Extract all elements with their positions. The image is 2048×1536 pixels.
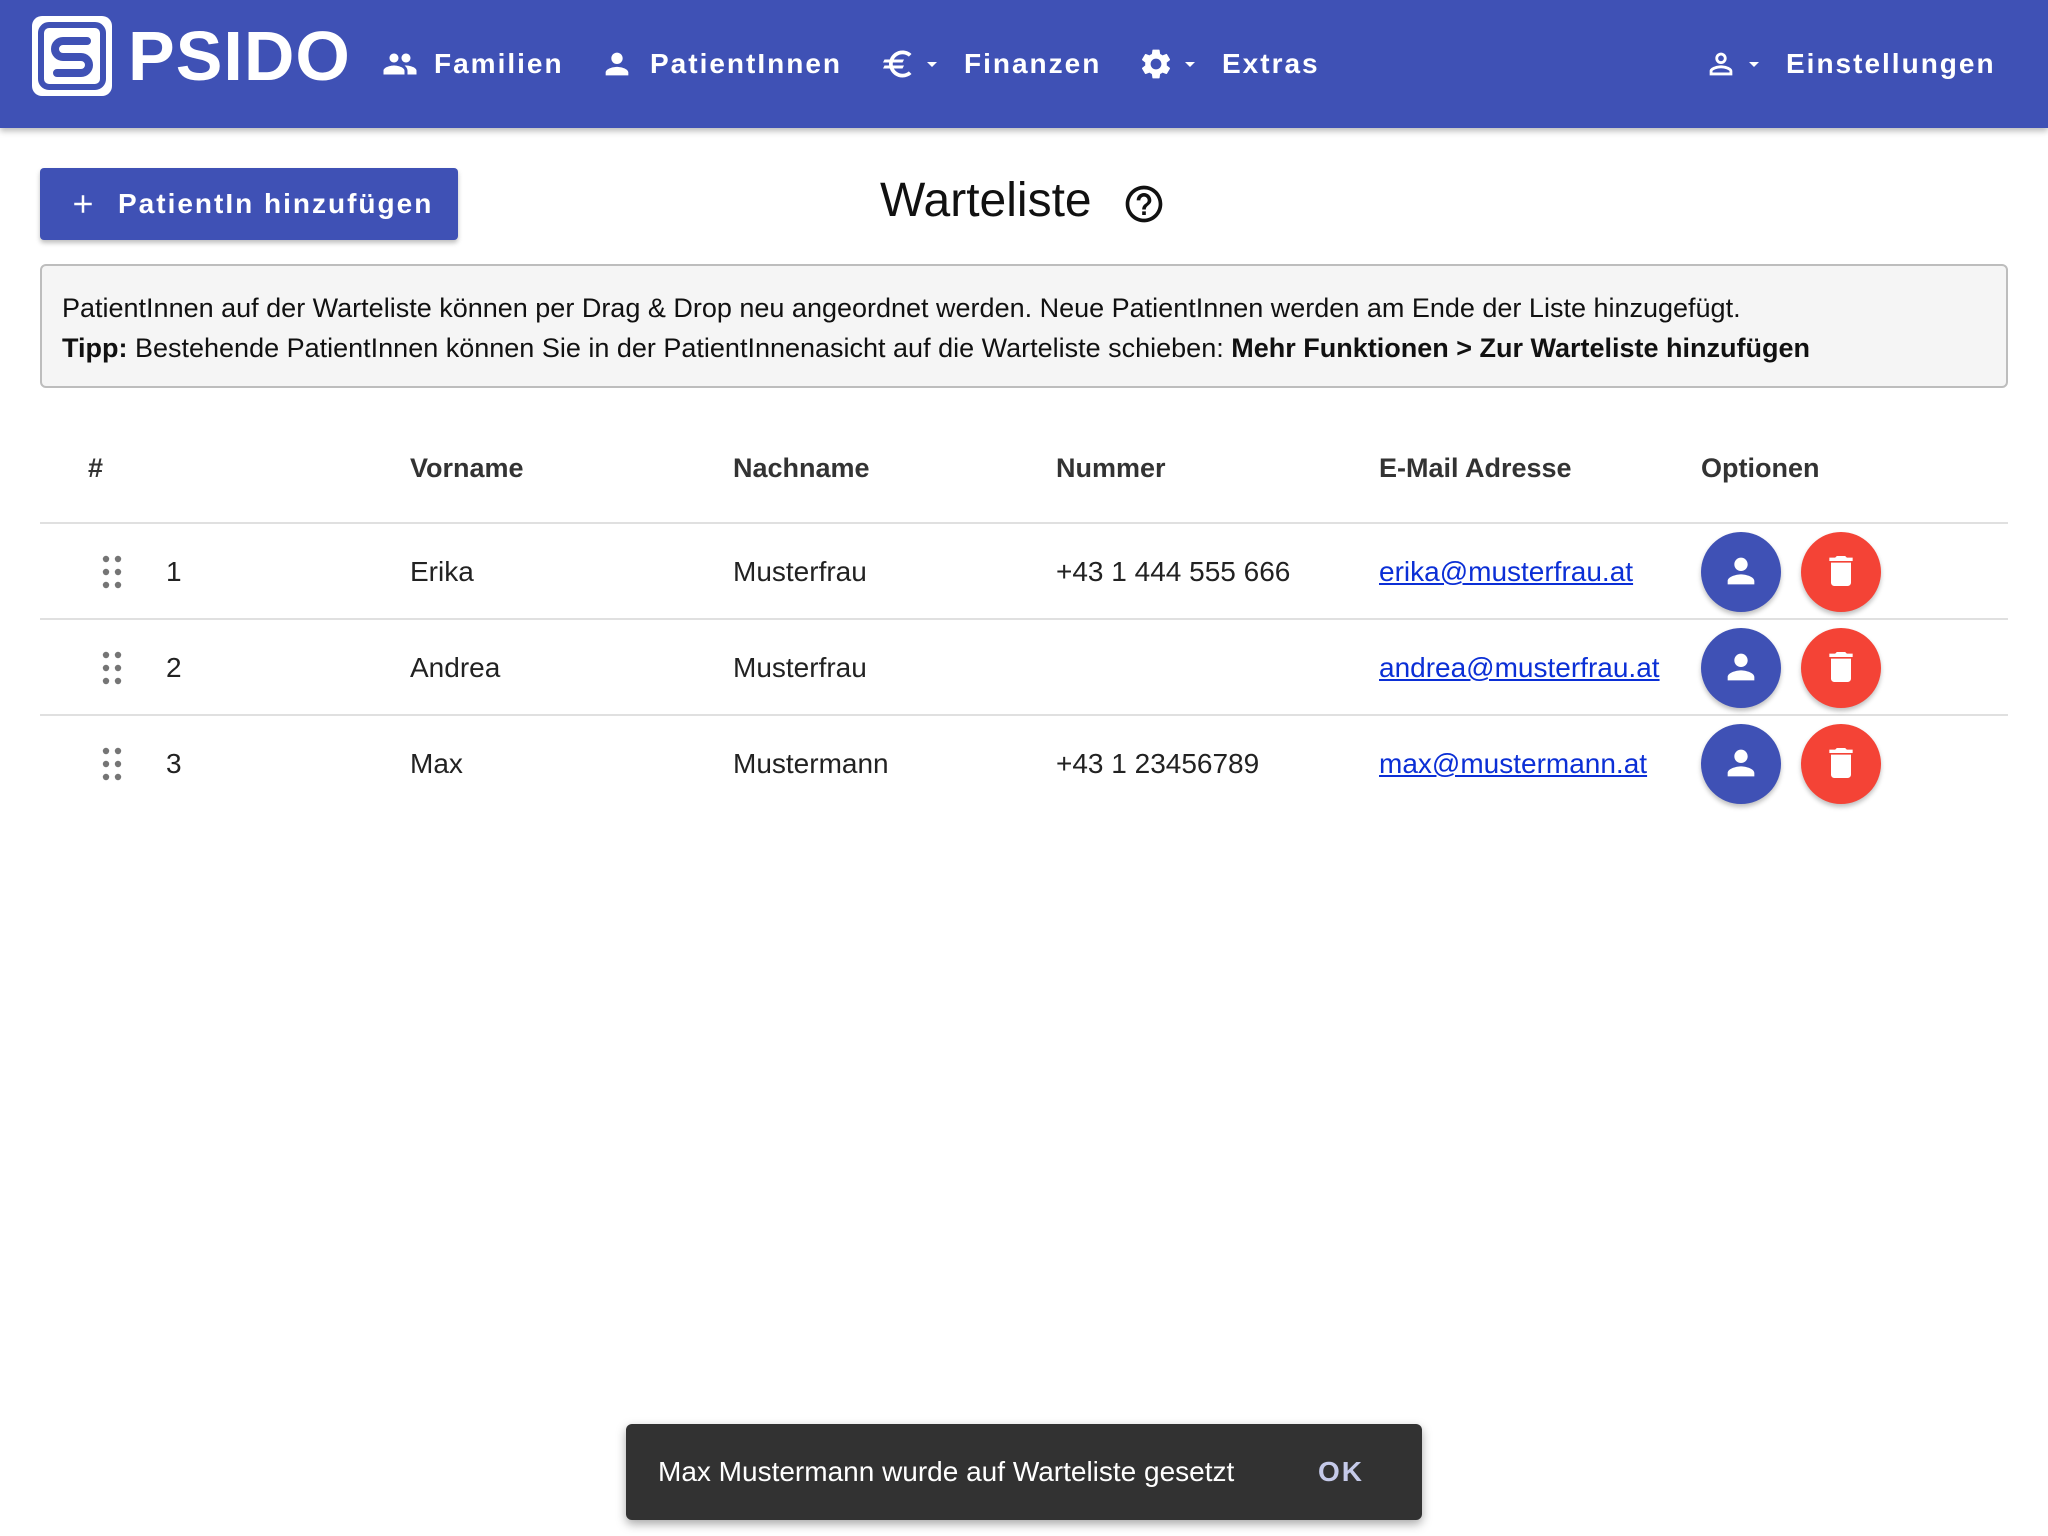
open-patient-button[interactable] — [1701, 724, 1781, 804]
person-icon — [1721, 743, 1761, 786]
nav-finance[interactable]: Finanzen — [880, 0, 1101, 128]
chevron-down-icon — [920, 52, 944, 76]
tip-path: Mehr Funktionen > Zur Warteliste hinzufü… — [1231, 333, 1810, 363]
chevron-down-icon — [1178, 52, 1202, 76]
people-icon — [382, 46, 418, 82]
plus-icon — [68, 189, 98, 219]
tip-text: Bestehende PatientInnen können Sie in de… — [127, 333, 1232, 363]
open-patient-button[interactable] — [1701, 628, 1781, 708]
trash-icon — [1821, 647, 1861, 690]
row-first-name: Andrea — [410, 652, 501, 683]
info-box: PatientInnen auf der Warteliste können p… — [40, 264, 2008, 388]
top-nav-bar: PSIDO Familien PatientInnen Finanzen Ext… — [0, 0, 2048, 128]
table-header: # Vorname Nachname Nummer E-Mail Adresse… — [40, 420, 2008, 524]
tip-label: Tipp: — [62, 333, 128, 363]
nav-extras-label: Extras — [1222, 48, 1320, 79]
person-icon — [1721, 647, 1761, 690]
email-link[interactable]: andrea@musterfrau.at — [1379, 652, 1660, 684]
snackbar: Max Mustermann wurde auf Warteliste gese… — [626, 1424, 1422, 1520]
row-first-name: Max — [410, 748, 463, 779]
header-options: Optionen — [1701, 452, 1820, 483]
table-row[interactable]: 1 Erika Musterfrau +43 1 444 555 666 eri… — [40, 524, 2008, 620]
snackbar-ok-button[interactable]: OK — [1318, 1424, 1364, 1520]
person-icon — [1721, 551, 1761, 594]
chevron-down-icon — [1742, 52, 1766, 76]
row-last-name: Musterfrau — [733, 556, 867, 587]
logo-text: PSIDO — [128, 17, 351, 95]
nav-settings-label: Einstellungen — [1786, 48, 1996, 79]
delete-button[interactable] — [1801, 532, 1881, 612]
nav-finance-label: Finanzen — [964, 48, 1102, 79]
app-logo[interactable]: PSIDO — [32, 16, 351, 96]
nav-extras[interactable]: Extras — [1138, 0, 1320, 128]
drag-handle-icon[interactable] — [100, 620, 124, 716]
table-row[interactable]: 2 Andrea Musterfrau andrea@musterfrau.at — [40, 620, 2008, 716]
nav-families-label: Familien — [434, 48, 564, 79]
info-line: PatientInnen auf der Warteliste können p… — [62, 293, 1741, 323]
row-email-cell: max@mustermann.at — [1379, 716, 1647, 812]
row-first-name: Erika — [410, 556, 474, 587]
nav-settings[interactable]: Einstellungen — [1704, 0, 1996, 128]
row-number: +43 1 444 555 666 — [1056, 556, 1291, 587]
account-icon — [1704, 47, 1738, 81]
nav-families[interactable]: Familien — [382, 0, 564, 128]
row-last-name: Musterfrau — [733, 652, 867, 683]
header-number: Nummer — [1056, 452, 1166, 483]
row-index: 1 — [166, 556, 182, 587]
header-email: E-Mail Adresse — [1379, 452, 1572, 483]
trash-icon — [1821, 743, 1861, 786]
tip-line: Tipp: Bestehende PatientInnen können Sie… — [62, 328, 1986, 368]
nav-patients-label: PatientInnen — [650, 48, 843, 79]
row-email-cell: andrea@musterfrau.at — [1379, 620, 1660, 716]
psido-logo-icon — [32, 16, 112, 96]
open-patient-button[interactable] — [1701, 532, 1781, 612]
trash-icon — [1821, 551, 1861, 594]
snackbar-message: Max Mustermann wurde auf Warteliste gese… — [658, 1456, 1235, 1487]
person-icon — [600, 47, 634, 81]
drag-handle-icon[interactable] — [100, 716, 124, 812]
gear-icon — [1138, 46, 1174, 82]
row-index: 3 — [166, 748, 182, 779]
header-index: # — [88, 452, 104, 483]
waitlist-table: # Vorname Nachname Nummer E-Mail Adresse… — [40, 420, 2008, 812]
euro-icon — [880, 46, 916, 82]
table-row[interactable]: 3 Max Mustermann +43 1 23456789 max@must… — [40, 716, 2008, 812]
nav-patients[interactable]: PatientInnen — [600, 0, 842, 128]
page-title: Warteliste — [880, 173, 1092, 227]
add-patient-label: PatientIn hinzufügen — [118, 188, 434, 219]
row-number: +43 1 23456789 — [1056, 748, 1260, 779]
email-link[interactable]: max@mustermann.at — [1379, 748, 1647, 780]
row-email-cell: erika@musterfrau.at — [1379, 524, 1633, 620]
delete-button[interactable] — [1801, 724, 1881, 804]
add-patient-button[interactable]: PatientIn hinzufügen — [40, 168, 458, 240]
delete-button[interactable] — [1801, 628, 1881, 708]
row-last-name: Mustermann — [733, 748, 889, 779]
header-first-name: Vorname — [410, 452, 524, 483]
header-last-name: Nachname — [733, 452, 870, 483]
row-index: 2 — [166, 652, 182, 683]
drag-handle-icon[interactable] — [100, 524, 124, 620]
email-link[interactable]: erika@musterfrau.at — [1379, 556, 1633, 588]
help-circle-icon[interactable] — [1122, 182, 1166, 226]
